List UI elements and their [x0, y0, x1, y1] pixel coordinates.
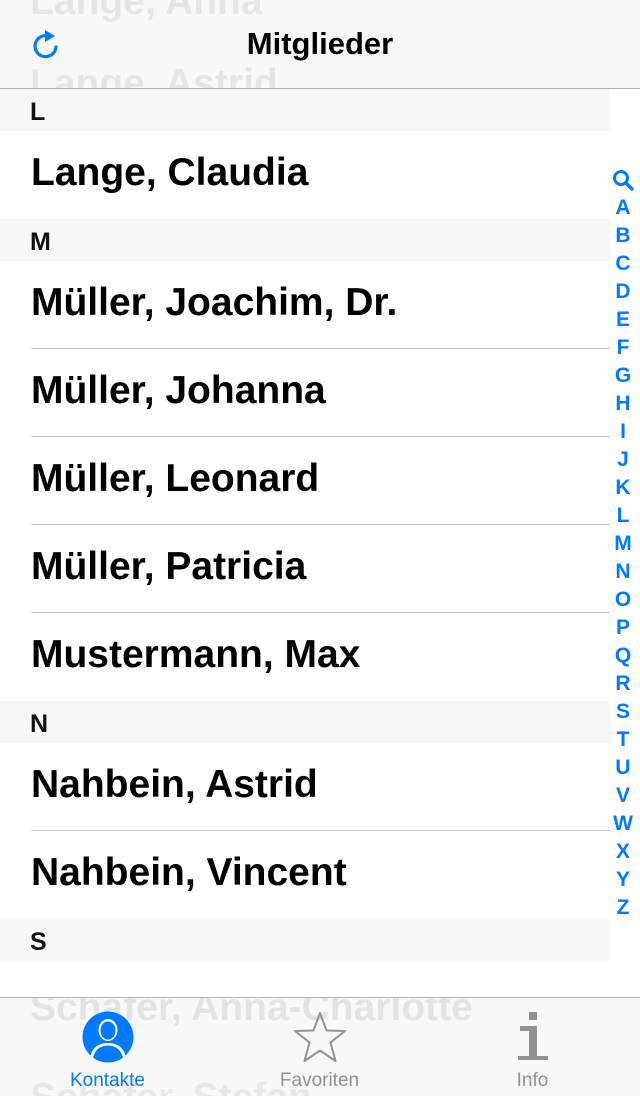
navigation-bar: Lange, Anna Lange, Astrid Mitglieder	[0, 0, 640, 89]
star-icon	[293, 1012, 346, 1062]
index-letter[interactable]: D	[613, 278, 633, 306]
tab-info[interactable]: Info	[426, 998, 639, 1096]
member-name: Müller, Leonard	[31, 457, 320, 500]
index-letter[interactable]: E	[613, 306, 633, 334]
member-name: Müller, Patricia	[31, 545, 307, 588]
list-item[interactable]: Lange, Claudia	[0, 131, 610, 219]
index-letter[interactable]: B	[613, 222, 633, 250]
index-letter[interactable]: Z	[613, 894, 633, 922]
list-item[interactable]: Müller, Patricia	[0, 525, 610, 613]
section-letter: L	[30, 98, 46, 126]
section-letter: N	[30, 710, 49, 738]
index-letter[interactable]: V	[613, 782, 633, 810]
index-letter[interactable]: F	[613, 334, 633, 362]
index-letter[interactable]: H	[613, 390, 633, 418]
index-letter[interactable]: R	[613, 670, 633, 698]
index-letter[interactable]: W	[613, 810, 633, 838]
index-letter[interactable]: T	[613, 726, 633, 754]
search-icon	[613, 170, 634, 191]
section-header-s: S	[0, 919, 610, 961]
tab-favoriten[interactable]: Favoriten	[213, 998, 426, 1096]
index-letter[interactable]: G	[613, 362, 633, 390]
tab-label: Info	[516, 1070, 549, 1091]
index-letter[interactable]: C	[613, 250, 633, 278]
member-list: L Lange, Claudia M Müller, Joachim, Dr. …	[0, 89, 610, 961]
tab-bar: Schäfer, Anna-Charlotte Schäfer, Stefan …	[0, 997, 640, 1096]
index-letter[interactable]: P	[613, 614, 633, 642]
scrolled-content-ghost: Lange, Anna	[30, 0, 263, 23]
tab-kontakte[interactable]: Kontakte	[1, 998, 214, 1096]
list-item[interactable]: Nahbein, Astrid	[0, 743, 610, 831]
list-item[interactable]: Müller, Johanna	[0, 349, 610, 437]
index-letter[interactable]: Y	[613, 866, 633, 894]
index-search[interactable]	[612, 166, 634, 194]
index-letter[interactable]: M	[613, 530, 633, 558]
member-name: Müller, Joachim, Dr.	[31, 281, 398, 324]
tab-label: Kontakte	[70, 1070, 145, 1091]
tab-label: Favoriten	[279, 1070, 360, 1091]
index-letter[interactable]: Q	[613, 642, 633, 670]
index-letter[interactable]: J	[613, 446, 633, 474]
section-letter: S	[30, 928, 47, 956]
list-item[interactable]: Müller, Joachim, Dr.	[0, 261, 610, 349]
index-letter[interactable]: U	[613, 754, 633, 782]
index-letter[interactable]: L	[613, 502, 633, 530]
index-letter[interactable]: S	[613, 698, 633, 726]
member-name: Müller, Johanna	[31, 369, 326, 412]
section-index[interactable]: ABCDEFGHIJKLMNOPQRSTUVWXYZ	[608, 166, 638, 922]
info-icon	[517, 1012, 548, 1060]
member-name: Mustermann, Max	[31, 633, 361, 676]
member-name: Nahbein, Vincent	[31, 851, 347, 894]
index-letter[interactable]: I	[613, 418, 633, 446]
list-item[interactable]: Mustermann, Max	[0, 613, 610, 701]
section-header-m: M	[0, 219, 610, 261]
index-letter[interactable]: K	[613, 474, 633, 502]
index-letter[interactable]: A	[613, 194, 633, 222]
page-title: Mitglieder	[246, 26, 394, 61]
member-name: Nahbein, Astrid	[31, 763, 318, 806]
index-letter[interactable]: O	[613, 586, 633, 614]
section-letter: M	[30, 228, 51, 256]
list-item[interactable]: Nahbein, Vincent	[0, 831, 610, 919]
section-header-n: N	[0, 701, 610, 743]
scrolled-content-ghost: Lange, Astrid	[30, 62, 278, 89]
index-letter[interactable]: N	[613, 558, 633, 586]
member-name: Lange, Claudia	[31, 151, 309, 194]
person-icon	[82, 1011, 133, 1063]
section-header-l: L	[0, 89, 610, 131]
index-letter[interactable]: X	[613, 838, 633, 866]
list-item[interactable]: Müller, Leonard	[0, 437, 610, 525]
